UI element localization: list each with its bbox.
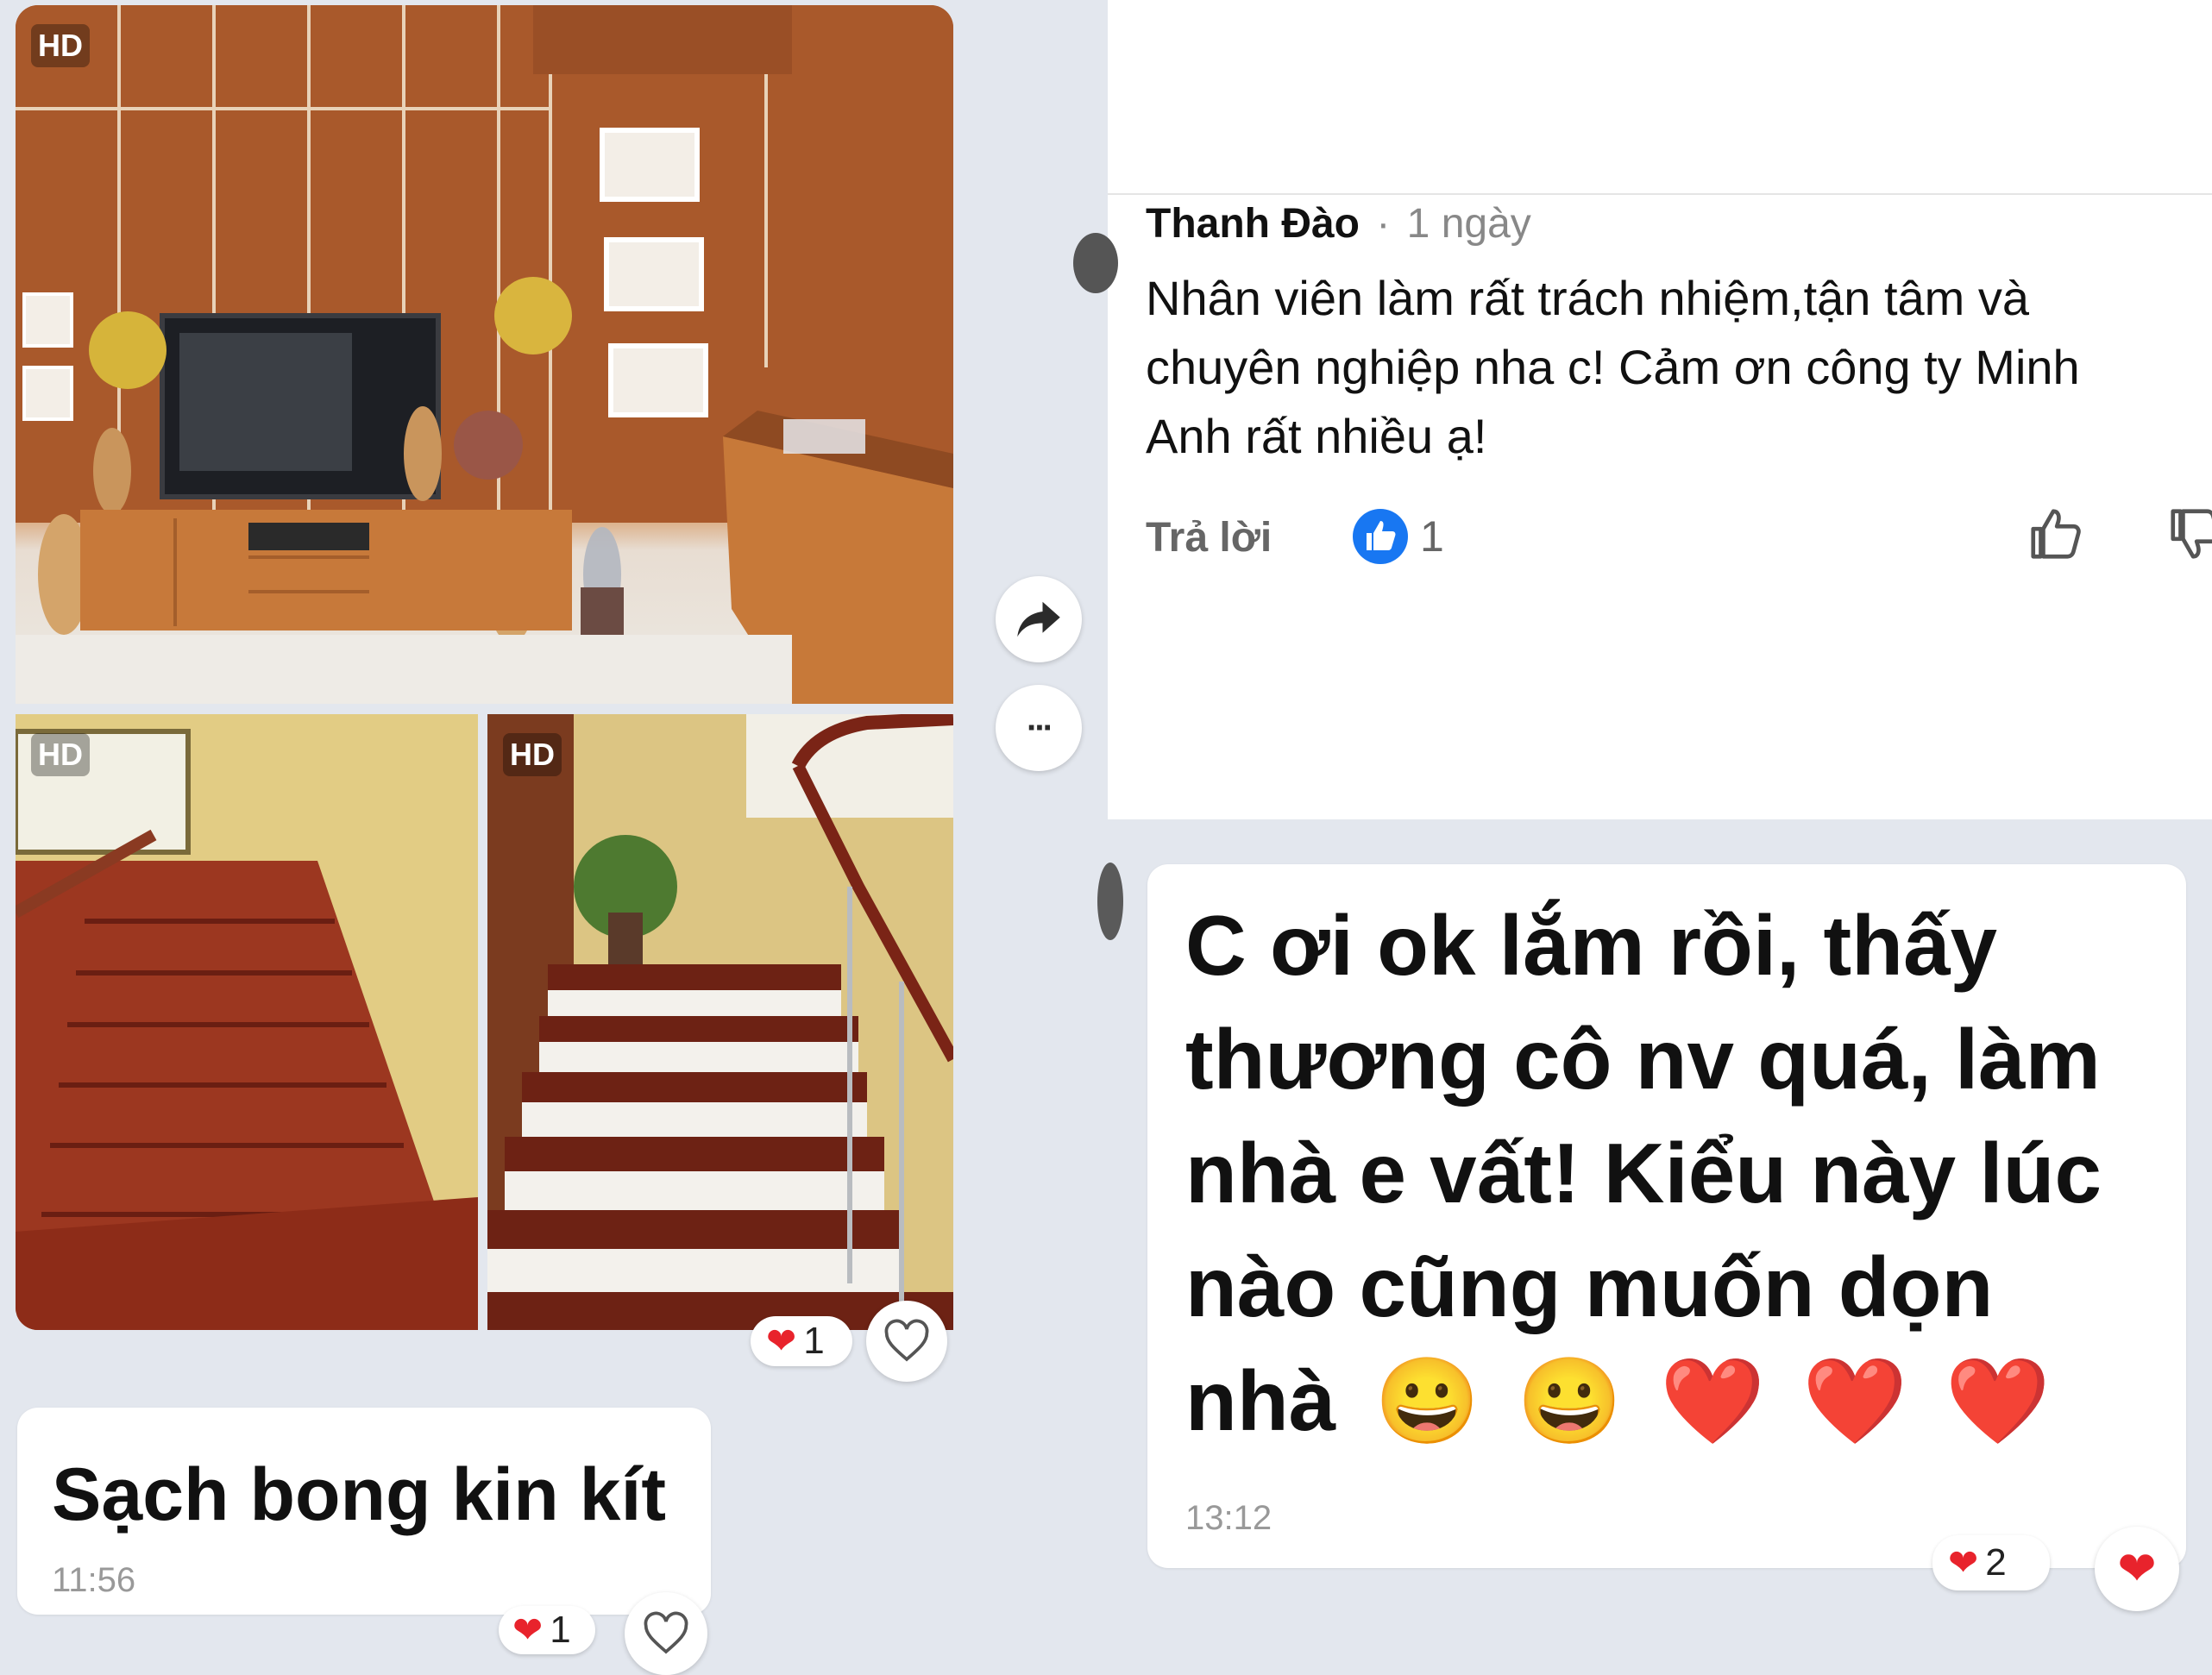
message-left-react-button[interactable] [625, 1592, 707, 1675]
media-reaction-count: 1 [803, 1320, 825, 1362]
media-reaction-pill[interactable]: ❤ 1 [751, 1316, 852, 1366]
comment-header: Thanh Đào · 1 ngày [1146, 200, 1531, 248]
grinning-face-emoji: 😀 [1374, 1353, 1487, 1448]
sender-avatar[interactable] [1097, 863, 1123, 940]
message-line: nào cũng muốn dọn [1185, 1239, 1994, 1334]
staircase-scene-1 [16, 714, 478, 1330]
living-room-scene [16, 5, 953, 704]
heart-icon: ❤ [1948, 1542, 1979, 1583]
message-line: nhà e vất! Kiểu này lúc [1185, 1126, 2102, 1220]
heart-icon: ❤ [2117, 1543, 2157, 1595]
message-text: Sạch bong kin kít [52, 1453, 666, 1536]
thumbs-up-icon[interactable] [2026, 504, 2086, 564]
message-time: 11:56 [52, 1561, 136, 1599]
avatar[interactable] [1073, 233, 1118, 293]
message-time: 13:12 [1185, 1499, 1273, 1537]
emoji-group: 😀 😀 ❤️ ❤️ ❤️ [1374, 1353, 2057, 1448]
share-arrow-icon [1017, 601, 1060, 637]
comment-line: chuyên nghiệp nha c! Cảm ơn công ty Minh [1146, 340, 2080, 394]
grinning-face-emoji: 😀 [1517, 1353, 1630, 1448]
message-line: C ơi ok lắm rồi, thấy [1185, 898, 1998, 993]
heart-icon: ❤ [766, 1321, 797, 1361]
staircase-scene-2 [487, 714, 953, 1330]
message-line: thương cô nv quá, làm [1185, 1012, 2101, 1107]
comment-age: 1 ngày [1406, 201, 1531, 247]
comment-card: Thanh Đào · 1 ngày Nhân viên làm rất trá… [1073, 0, 2212, 819]
like-badge-icon [1353, 509, 1408, 564]
comment-line: Anh rất nhiều ạ! [1146, 409, 1487, 463]
hd-badge: HD [31, 733, 90, 776]
more-dots-icon: ··· [1027, 708, 1054, 747]
comment-author[interactable]: Thanh Đào [1146, 201, 1360, 247]
message-left-reaction-pill[interactable]: ❤ 1 [499, 1606, 595, 1654]
hd-badge: HD [503, 733, 562, 776]
message-right-react-button[interactable]: ❤ [2095, 1527, 2179, 1611]
heart-outline-icon [644, 1611, 688, 1654]
comment-like-summary[interactable]: 1 [1353, 509, 1444, 564]
message-right-reaction-count: 2 [1985, 1541, 2007, 1584]
divider [1108, 193, 2212, 195]
reply-button[interactable]: Trả lời [1146, 514, 1272, 561]
message-left-reaction-count: 1 [550, 1609, 571, 1651]
thumbs-down-icon[interactable] [2165, 504, 2212, 564]
staircase-photo-1[interactable]: HD [16, 714, 478, 1330]
heart-icon: ❤ [512, 1609, 544, 1650]
hd-badge: HD [31, 24, 90, 67]
staircase-photo-2[interactable]: HD [487, 714, 953, 1330]
message-bubble-left[interactable]: Sạch bong kin kít 11:56 [17, 1408, 711, 1615]
message-right-reaction-pill[interactable]: ❤ 2 [1932, 1535, 2050, 1590]
red-heart-emoji: ❤️ [1802, 1353, 1915, 1448]
heart-outline-icon [884, 1319, 929, 1362]
more-options-button[interactable]: ··· [996, 685, 1082, 771]
message-bubble-right[interactable]: C ơi ok lắm rồi, thấy thương cô nv quá, … [1147, 864, 2186, 1568]
share-button[interactable] [996, 576, 1082, 662]
living-room-photo[interactable]: HD [16, 5, 953, 704]
message-text: C ơi ok lắm rồi, thấy thương cô nv quá, … [1185, 888, 2102, 1458]
comment-text: Nhân viên làm rất trách nhiệm,tận tâm và… [1146, 264, 2080, 471]
red-heart-emoji: ❤️ [1945, 1353, 2058, 1448]
comment-line: Nhân viên làm rất trách nhiệm,tận tâm và [1146, 271, 2030, 325]
message-line: nhà [1185, 1353, 1336, 1448]
comment-separator: · [1376, 201, 1391, 247]
media-react-button[interactable] [866, 1301, 947, 1382]
comment-like-count: 1 [1420, 512, 1444, 561]
red-heart-emoji: ❤️ [1660, 1353, 1773, 1448]
message-line-last: nhà 😀 😀 ❤️ ❤️ ❤️ [1185, 1344, 2102, 1458]
